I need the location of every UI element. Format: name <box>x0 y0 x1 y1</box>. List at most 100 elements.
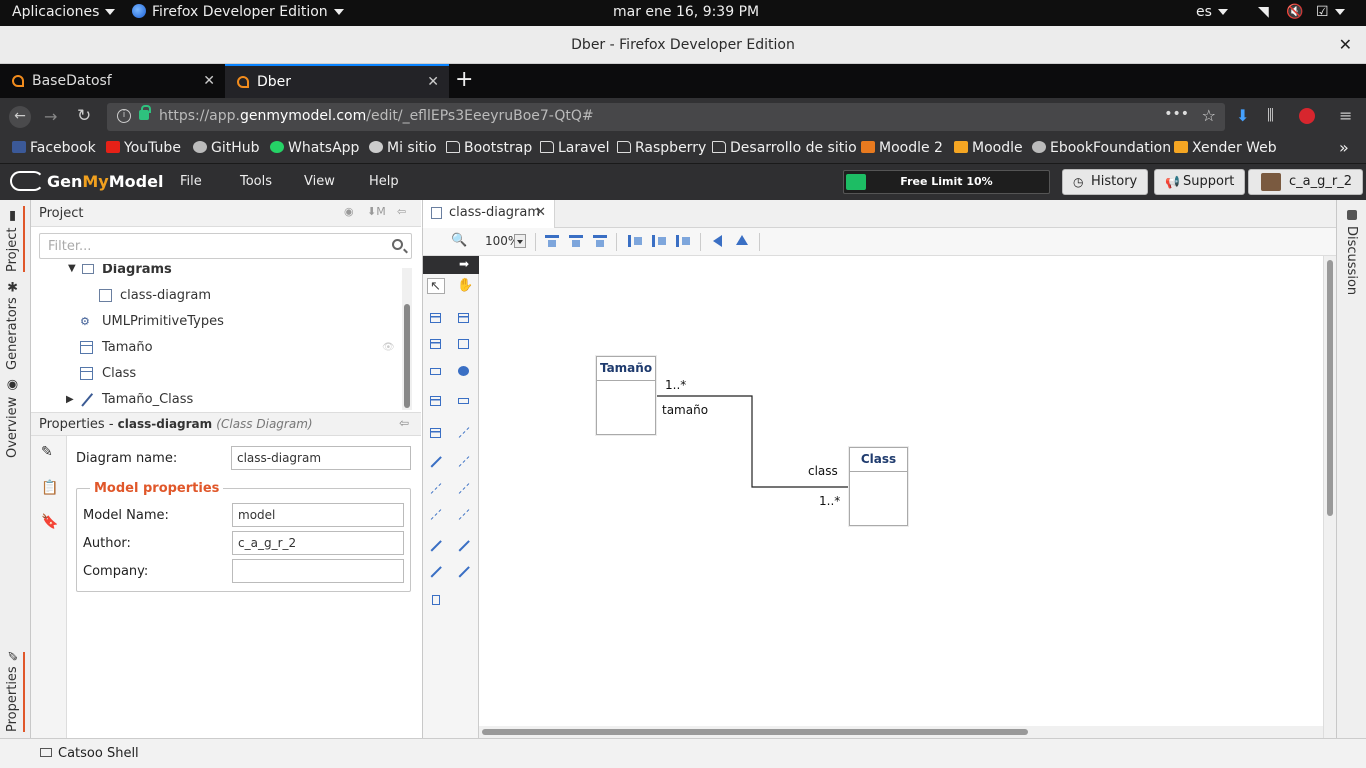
usage-tool-icon[interactable] <box>455 481 473 497</box>
source-role-label[interactable]: tamaño <box>662 403 708 417</box>
zoom-icon[interactable]: 🔍 <box>451 233 467 248</box>
target-role-label[interactable]: class <box>808 464 838 478</box>
select-tool-icon[interactable]: ↖ <box>427 278 445 294</box>
menu-help[interactable]: Help <box>369 174 399 189</box>
url-text[interactable]: https://app.genmymodel.com/edit/_efllEPs… <box>159 108 594 124</box>
filter-input[interactable] <box>48 235 378 257</box>
menu-tools[interactable]: Tools <box>240 174 272 189</box>
visibility-eye-icon[interactable]: 👁 <box>382 342 395 353</box>
tree-node-uml-primitive-types[interactable]: ⚙ UMLPrimitiveTypes <box>80 314 224 329</box>
menu-file[interactable]: File <box>180 174 202 189</box>
zoom-dropdown-icon[interactable] <box>514 234 526 248</box>
class-tool-icon[interactable] <box>455 310 473 326</box>
primitive-tool-icon[interactable] <box>427 363 445 379</box>
author-field[interactable] <box>232 531 404 555</box>
info-icon[interactable]: i <box>117 109 131 123</box>
interface-realization-tool-icon[interactable] <box>455 454 473 470</box>
datatype-tool-icon[interactable] <box>455 336 473 352</box>
bookmark-folder-laravel[interactable]: Laravel <box>540 140 610 156</box>
expand-triangle-icon[interactable]: ▶ <box>66 394 74 405</box>
close-icon[interactable]: ✕ <box>535 200 546 226</box>
tab-close-icon[interactable]: ✕ <box>203 64 215 98</box>
bookmark-youtube[interactable]: YouTube <box>106 140 181 156</box>
pencil-icon[interactable]: ✎ <box>41 444 53 460</box>
browser-tab[interactable]: BaseDatosf ✕ <box>0 64 225 98</box>
import-icon[interactable]: ⬇M <box>367 205 386 218</box>
bookmark-moodle-2[interactable]: Moodle 2 <box>861 140 943 156</box>
comment-tool-icon[interactable] <box>427 425 445 441</box>
scrollbar-thumb[interactable] <box>482 729 1028 735</box>
scrollbar-thumb[interactable] <box>404 304 410 408</box>
align-right-icon[interactable] <box>676 235 690 247</box>
component-tool-icon[interactable] <box>455 363 473 379</box>
side-tab-properties[interactable]: Properties ✎ <box>5 647 25 732</box>
system-menu-icon[interactable]: ☑ <box>1316 4 1345 20</box>
generalization-tool-icon[interactable] <box>427 454 445 470</box>
abstraction-tool-icon[interactable] <box>455 507 473 523</box>
diagram-canvas[interactable]: Tamaño Class 1..* tamaño class 1..* <box>479 256 1323 726</box>
back-arrow-icon[interactable]: ← <box>9 106 31 128</box>
side-tab-generators[interactable]: Generators ✱ <box>5 278 25 370</box>
url-bar[interactable]: i https://app.genmymodel.com/edit/_efllE… <box>107 103 1225 131</box>
bookmark-facebook[interactable]: Facebook <box>12 140 96 156</box>
new-tab-plus-icon[interactable]: + <box>455 64 473 98</box>
collapse-panel-icon[interactable]: ⇦ <box>399 416 409 430</box>
align-bottom-icon[interactable] <box>593 235 607 247</box>
project-tree-scrollbar[interactable] <box>402 268 412 410</box>
bookmark-moodle[interactable]: Moodle <box>954 140 1023 156</box>
bookmark-folder-raspberry[interactable]: Raspberry <box>617 140 706 156</box>
expand-triangle-icon[interactable]: ▼ <box>68 264 76 274</box>
source-multiplicity-label[interactable]: 1..* <box>665 378 686 392</box>
bookmark-star-icon[interactable]: ☆ <box>1202 106 1216 125</box>
canvas-vertical-scrollbar[interactable] <box>1323 256 1336 738</box>
menu-view[interactable]: View <box>304 174 335 189</box>
support-button[interactable]: 📢 Support <box>1154 169 1246 195</box>
tree-node-tamano[interactable]: Tamaño <box>80 340 153 355</box>
bookmark-ebookfoundation[interactable]: EbookFoundation <box>1032 140 1171 156</box>
library-icon[interactable]: ⫼ <box>1267 106 1274 124</box>
bookmark-icon[interactable]: 🔖 <box>41 514 58 530</box>
tree-node-tamano-class[interactable]: ▶ Tamaño_Class <box>66 392 193 407</box>
volume-muted-icon[interactable]: 🔇 <box>1286 4 1303 20</box>
bookmark-xender-web[interactable]: Xender Web <box>1174 140 1277 156</box>
bookmark-folder-desarrollo[interactable]: Desarrollo de sitio <box>712 140 857 156</box>
distribute-horizontal-icon[interactable] <box>713 235 722 247</box>
model-name-field[interactable] <box>232 503 404 527</box>
association-tool-icon[interactable] <box>427 538 445 554</box>
user-menu-button[interactable]: c_a_g_r_2 <box>1248 169 1363 195</box>
uml-class-tamano[interactable]: Tamaño <box>596 356 656 435</box>
downloads-icon[interactable]: ⬇ <box>1236 106 1249 125</box>
align-middle-icon[interactable] <box>569 235 583 247</box>
tab-close-icon[interactable]: ✕ <box>427 66 439 98</box>
bookmark-mi-sitio[interactable]: Mi sitio <box>369 140 437 156</box>
distribute-vertical-icon[interactable] <box>736 235 748 245</box>
bookmark-folder-bootstrap[interactable]: Bootstrap <box>446 140 532 156</box>
locate-icon[interactable]: ◉ <box>344 205 354 218</box>
company-field[interactable] <box>232 559 404 583</box>
align-center-icon[interactable] <box>652 235 666 247</box>
active-app-menu[interactable]: Firefox Developer Edition <box>132 4 344 20</box>
containment-tool-icon[interactable] <box>427 592 445 608</box>
shell-toggle[interactable]: Catsoo Shell <box>58 746 139 761</box>
uml-class-class[interactable]: Class <box>849 447 908 526</box>
bookmark-github[interactable]: GitHub <box>193 140 260 156</box>
side-tab-overview[interactable]: Overview ◉ <box>5 378 25 458</box>
attribute-tool-icon[interactable] <box>455 393 473 409</box>
align-top-icon[interactable] <box>545 235 559 247</box>
composition-tool-icon[interactable] <box>427 564 445 580</box>
genmymodel-logo[interactable]: GenMyModel <box>10 171 163 191</box>
tree-node-class[interactable]: Class <box>80 366 136 381</box>
side-tab-discussion[interactable]: Discussion <box>1344 226 1359 295</box>
tree-node-diagrams[interactable]: ▼ Diagrams <box>68 264 172 277</box>
pan-tool-icon[interactable]: ✋ <box>455 278 473 294</box>
adblock-icon[interactable] <box>1299 108 1315 124</box>
bookmark-whatsapp[interactable]: WhatsApp <box>270 140 359 156</box>
target-multiplicity-label[interactable]: 1..* <box>819 494 840 508</box>
page-actions-icon[interactable]: ••• <box>1164 106 1189 122</box>
align-left-icon[interactable] <box>628 235 642 247</box>
applications-menu[interactable]: Aplicaciones <box>12 4 116 20</box>
reload-icon[interactable]: ↻ <box>77 106 91 126</box>
window-close-icon[interactable]: ✕ <box>1339 26 1352 64</box>
enumeration-tool-icon[interactable] <box>427 393 445 409</box>
side-tab-project[interactable]: Project ▮ <box>5 206 25 272</box>
